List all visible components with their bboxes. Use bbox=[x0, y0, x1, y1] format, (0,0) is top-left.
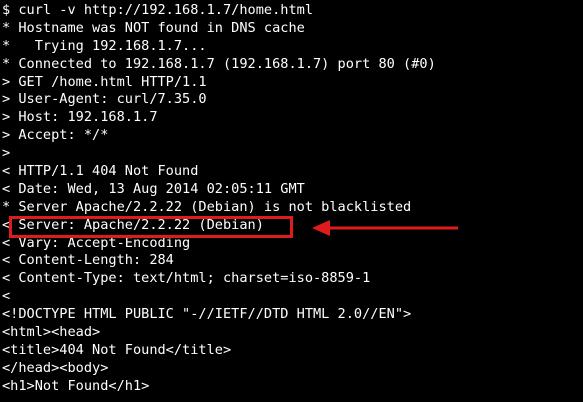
terminal-window[interactable]: $ curl -v http://192.168.1.7/home.html *… bbox=[0, 0, 583, 402]
response-header-line: < Content-Type: text/html; charset=iso-8… bbox=[2, 270, 371, 287]
response-header-line: < Date: Wed, 13 Aug 2014 02:05:11 GMT bbox=[2, 180, 305, 197]
body-line: <title>404 Not Found</title> bbox=[2, 341, 232, 358]
body-line: </head><body> bbox=[2, 359, 109, 376]
terminal-output: $ curl -v http://192.168.1.7/home.html *… bbox=[2, 2, 436, 396]
request-header-line: > bbox=[2, 145, 11, 162]
request-header-line: > GET /home.html HTTP/1.1 bbox=[2, 73, 207, 90]
request-header-line: > Accept: */* bbox=[2, 127, 109, 144]
request-header-line: > Host: 192.168.1.7 bbox=[2, 109, 158, 126]
body-line: <h1>Not Found</h1> bbox=[2, 377, 150, 394]
output-line: * Connected to 192.168.1.7 (192.168.1.7)… bbox=[2, 55, 436, 72]
response-header-line: < HTTP/1.1 404 Not Found bbox=[2, 163, 199, 180]
body-line: <html><head> bbox=[2, 324, 101, 341]
server-header-highlight-box bbox=[9, 216, 293, 238]
command-line: $ curl -v http://192.168.1.7/home.html bbox=[2, 2, 313, 18]
body-line: <!DOCTYPE HTML PUBLIC "-//IETF//DTD HTML… bbox=[2, 306, 412, 323]
response-header-line: < bbox=[2, 288, 11, 305]
arrow-head bbox=[312, 220, 330, 236]
response-header-line: < Content-Length: 284 bbox=[2, 252, 174, 269]
request-header-line: > User-Agent: curl/7.35.0 bbox=[2, 91, 207, 108]
output-line: * Server Apache/2.2.22 (Debian) is not b… bbox=[2, 198, 412, 215]
output-line: * Hostname was NOT found in DNS cache bbox=[2, 19, 305, 36]
output-line: * Trying 192.168.1.7... bbox=[2, 37, 207, 54]
left-arrow-icon bbox=[312, 220, 458, 236]
